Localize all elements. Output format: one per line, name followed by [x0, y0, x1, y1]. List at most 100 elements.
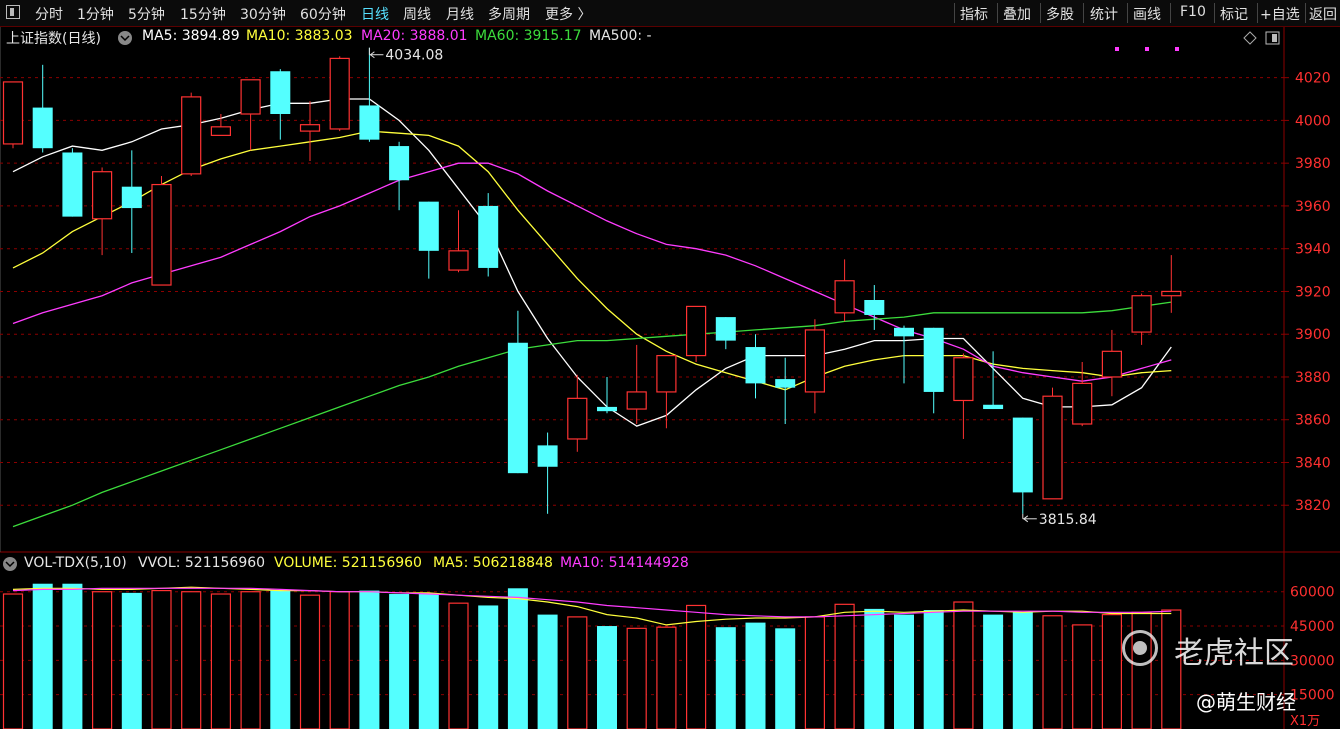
candle	[151, 176, 172, 286]
candle-body	[775, 379, 796, 388]
candle	[299, 101, 321, 162]
candle	[507, 310, 528, 474]
volume-bar	[953, 601, 974, 729]
volume-bar	[418, 594, 439, 729]
volume-bar	[329, 591, 350, 729]
volume-bar	[745, 622, 766, 729]
price-tick-label: 3940	[1295, 242, 1331, 258]
candle-body	[745, 347, 766, 384]
candle	[359, 47, 380, 142]
volume-tick-label: 15000	[1290, 688, 1335, 704]
volume-bar	[448, 602, 469, 729]
volume-bar	[91, 591, 113, 729]
candle	[210, 114, 231, 136]
candle-body	[567, 397, 588, 440]
candle-body	[715, 317, 736, 341]
candle-body	[983, 404, 1004, 410]
volume-bar	[537, 614, 558, 729]
price-tick-label: 3820	[1295, 498, 1331, 514]
volume-bar	[894, 614, 914, 729]
candle-body	[359, 105, 380, 140]
candle	[62, 148, 83, 217]
volume-bar	[210, 593, 231, 729]
volume-bar	[715, 627, 736, 729]
candle	[864, 285, 885, 330]
candle	[567, 374, 588, 452]
candle-body	[389, 146, 410, 181]
ma20-line	[12, 162, 1172, 382]
volume-bar	[656, 626, 677, 729]
volume-bar	[864, 608, 885, 729]
candle-body	[448, 250, 469, 271]
candle	[478, 193, 499, 277]
candle-body	[91, 171, 113, 220]
candle	[685, 305, 707, 362]
price-tick-label: 3840	[1295, 455, 1331, 471]
volume-bar	[923, 610, 944, 729]
vvol-label: VVOL: 521156960	[138, 555, 266, 571]
volume-tick-label: 60000	[1290, 585, 1335, 601]
volume-bar	[1012, 612, 1033, 729]
candle-body	[329, 57, 350, 130]
candle	[537, 432, 558, 514]
candle	[953, 353, 974, 439]
candle	[181, 92, 202, 176]
candle	[834, 259, 855, 322]
price-tick-label: 4020	[1295, 71, 1331, 87]
symbol-title: 上证指数(日线)	[6, 31, 101, 47]
ma10-label: MA10: 3883.03	[246, 28, 353, 44]
watermark: 老虎社区	[1122, 626, 1336, 676]
price-tick-label: 3860	[1295, 413, 1331, 429]
candle	[1131, 293, 1152, 345]
candle	[715, 317, 736, 350]
volume-bar	[1101, 614, 1123, 729]
candle-body	[32, 107, 53, 149]
watermark-author: @萌生财经	[1196, 690, 1296, 714]
volume-bar	[507, 588, 528, 729]
candle	[389, 141, 410, 211]
price-tick-label: 4000	[1295, 113, 1331, 129]
candle	[240, 79, 261, 151]
price-tick-label: 3960	[1295, 199, 1331, 215]
indicator-menu-icon[interactable]	[118, 31, 132, 45]
ma60-label: MA60: 3915.17	[475, 28, 582, 44]
vol-ma5-label: MA5: 506218848	[433, 555, 553, 571]
candle	[121, 150, 142, 253]
candle-body	[210, 126, 231, 136]
candle	[1042, 387, 1063, 500]
kline-chart[interactable]: 3820 3840 3860 3880 3900 3920 3940 3960 3980 4000…	[0, 0, 1340, 729]
volume-bar	[359, 590, 380, 729]
candle	[270, 69, 291, 140]
candle	[418, 201, 439, 279]
volume-bar	[270, 590, 291, 729]
ma500-label: MA500: -	[589, 28, 652, 44]
volume-bar	[2, 593, 24, 729]
candle-body	[151, 183, 172, 286]
diamond-icon[interactable]	[1243, 31, 1257, 45]
candle-body	[418, 201, 439, 251]
candle-body	[62, 152, 83, 217]
candle	[1012, 417, 1033, 514]
candle-body	[1012, 417, 1033, 493]
volume-bar	[626, 627, 647, 729]
volume-bar	[685, 604, 707, 729]
marker-dot	[1145, 47, 1149, 51]
volume-bar	[32, 583, 53, 729]
marker-dot	[1115, 47, 1119, 51]
watermark-name: 老虎社区	[1174, 636, 1294, 671]
candle-body	[1042, 395, 1063, 500]
candle	[804, 319, 826, 414]
candle-body	[507, 342, 528, 474]
candle-body	[270, 71, 291, 114]
candle-body	[240, 79, 261, 115]
vol-ma10-label: MA10: 514144928	[560, 555, 689, 571]
candle	[448, 210, 469, 273]
candle	[91, 167, 113, 256]
ma60-line	[12, 301, 1172, 528]
tiger-logo-icon	[1122, 630, 1158, 666]
price-tick-label: 3900	[1295, 327, 1331, 343]
candle	[775, 357, 796, 424]
candle-body	[1131, 295, 1152, 333]
annotation-label: 3815.84	[1039, 512, 1097, 528]
vol-menu-icon[interactable]	[3, 557, 17, 571]
